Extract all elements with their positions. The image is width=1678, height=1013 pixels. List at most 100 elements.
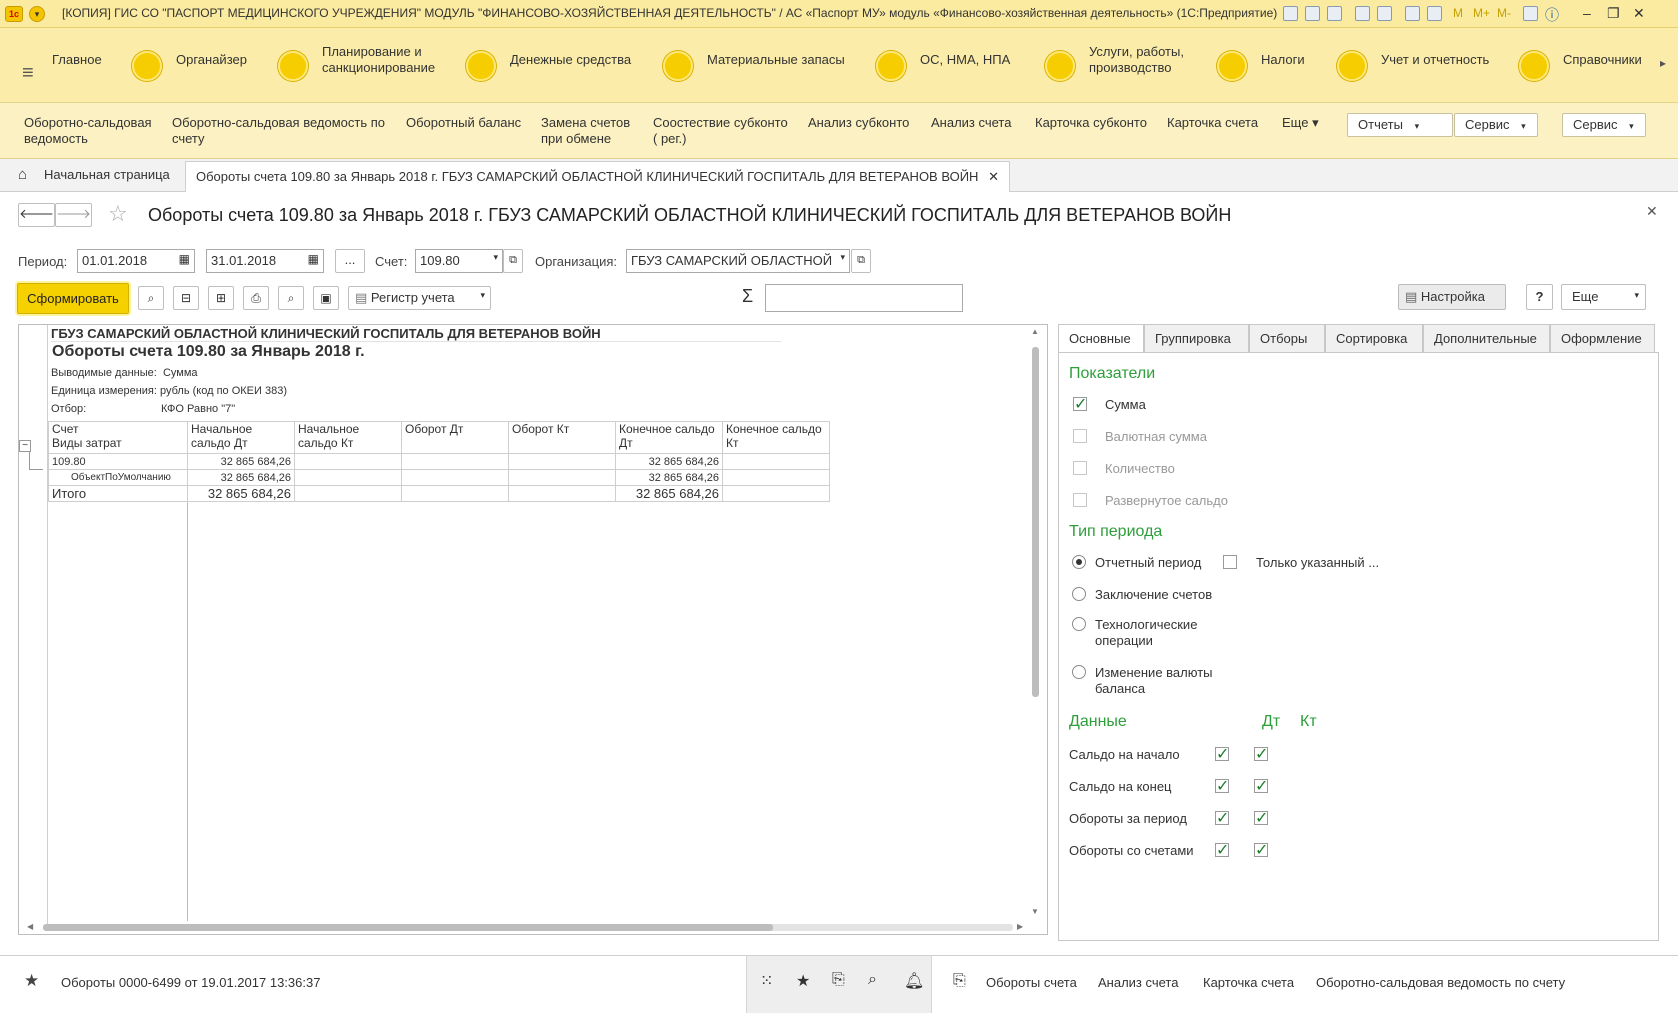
cmd-turnover-balance[interactable]: Оборотный баланс xyxy=(406,115,521,131)
chevron-down-icon[interactable]: ▾ xyxy=(840,252,845,263)
section-taxes[interactable]: Налоги xyxy=(1217,28,1305,103)
tab-sorting[interactable]: Сортировка xyxy=(1325,324,1423,353)
cmd-subconto-analysis[interactable]: Анализ субконто xyxy=(808,115,909,131)
cmd-subconto-match[interactable]: Соостествие субконто ( рег.) xyxy=(653,115,793,147)
tab-design[interactable]: Оформление xyxy=(1550,324,1655,353)
section-accounting[interactable]: Учет и отчетность xyxy=(1337,28,1489,103)
print-icon[interactable]: ⎙ xyxy=(243,286,269,310)
cmd-turnover-sheet[interactable]: Оборотно-сальдовая ведомость xyxy=(24,115,164,147)
section-services[interactable]: Услуги, работы, производство xyxy=(1045,28,1189,103)
forward-button[interactable]: 🡒 xyxy=(55,203,92,227)
more-button[interactable]: Еще ▾ xyxy=(1561,284,1646,310)
expand-groups-icon[interactable]: ⊞ xyxy=(208,286,234,310)
generate-button[interactable]: Сформировать xyxy=(17,283,129,314)
link-account-turnover[interactable]: Обороты счета xyxy=(986,975,1077,990)
save-icon[interactable]: ▣ xyxy=(313,286,339,310)
cmd-account-analysis[interactable]: Анализ счета xyxy=(931,115,1011,131)
section-money[interactable]: Денежные средства xyxy=(466,28,631,103)
info-icon[interactable]: ⓘ xyxy=(1545,5,1559,25)
tab-filters[interactable]: Отборы xyxy=(1249,324,1325,353)
settings-button[interactable]: ▤ Настройка xyxy=(1398,284,1506,310)
cmd-replace-accounts[interactable]: Замена счетов при обмене xyxy=(541,115,641,147)
service-dropdown-2[interactable]: Сервис ▾ xyxy=(1562,113,1646,137)
menu-icon[interactable]: ≡ xyxy=(22,62,34,85)
report-spreadsheet[interactable]: ГБУЗ САМАРСКИЙ ОБЛАСТНОЙ КЛИНИЧЕСКИЙ ГОС… xyxy=(18,324,1048,935)
help-button[interactable]: ? xyxy=(1526,284,1553,310)
start-balance-dt-checkbox[interactable] xyxy=(1215,744,1229,764)
calendar-icon[interactable] xyxy=(1427,6,1442,21)
tab-active-report[interactable]: Обороты счета 109.80 за Январь 2018 г. Г… xyxy=(185,161,1010,192)
1c-logo-icon[interactable]: 1c xyxy=(5,6,23,22)
favorite-star-icon[interactable]: ☆ xyxy=(108,201,128,227)
scroll-right-icon[interactable]: ▸ xyxy=(1660,56,1666,70)
tab-additional[interactable]: Дополнительные xyxy=(1423,324,1550,353)
section-references[interactable]: Справочники xyxy=(1519,28,1642,103)
period-turnover-dt-checkbox[interactable] xyxy=(1215,808,1229,828)
close-window-icon[interactable]: ✕ xyxy=(1633,5,1645,22)
scroll-right-icon[interactable]: ▶ xyxy=(1017,922,1023,931)
period-tech-radio[interactable] xyxy=(1072,617,1086,631)
save-icon[interactable] xyxy=(1283,6,1298,21)
download-icon[interactable] xyxy=(1377,6,1392,21)
period-currency-radio[interactable] xyxy=(1072,665,1086,679)
upload-icon[interactable] xyxy=(1355,6,1370,21)
main-menu-icon[interactable]: ▾ xyxy=(29,6,45,22)
open-org-icon[interactable]: ⧉ xyxy=(851,249,871,273)
restore-icon[interactable]: ❐ xyxy=(1607,5,1620,22)
tab-home[interactable]: Начальная страница xyxy=(14,159,180,192)
period-select-button[interactable]: ... xyxy=(335,249,365,273)
date-to-field[interactable]: 31.01.2018 ▦ xyxy=(206,249,324,273)
register-dropdown[interactable]: ▤ Регистр учета ▾ xyxy=(348,286,491,310)
period-closing-radio[interactable] xyxy=(1072,587,1086,601)
calendar-icon[interactable]: ▦ xyxy=(308,252,319,266)
start-balance-kt-checkbox[interactable] xyxy=(1254,744,1268,764)
service-dropdown-1[interactable]: Сервис ▾ xyxy=(1454,113,1538,137)
section-planning[interactable]: Планирование и санкционирование xyxy=(278,28,442,103)
section-organizer[interactable]: Органайзер xyxy=(132,28,247,103)
search-icon[interactable]: ⌕ xyxy=(868,971,877,989)
preview-icon[interactable] xyxy=(1327,6,1342,21)
sum-checkbox[interactable] xyxy=(1073,394,1087,414)
tab-basic[interactable]: Основные xyxy=(1058,324,1144,353)
scroll-down-icon[interactable]: ▼ xyxy=(1031,907,1039,916)
favorites-icon[interactable]: ★ xyxy=(796,971,810,991)
scroll-left-icon[interactable]: ◀ xyxy=(27,922,33,931)
table-row[interactable]: 109.80 32 865 684,26 32 865 684,26 xyxy=(48,453,830,470)
search-icon[interactable]: ⌕ xyxy=(138,286,164,310)
notifications-bell-icon[interactable]: 🔔︎ xyxy=(904,971,924,991)
tab-grouping[interactable]: Группировка xyxy=(1144,324,1249,353)
chevron-down-icon[interactable]: ▾ xyxy=(493,252,498,263)
close-form-icon[interactable]: ✕ xyxy=(1646,203,1658,220)
collapse-group-icon[interactable]: − xyxy=(19,440,31,452)
currency-sum-checkbox[interactable] xyxy=(1073,429,1087,443)
table-total-row[interactable]: Итого 32 865 684,26 32 865 684,26 xyxy=(48,485,830,502)
back-button[interactable]: 🡐 xyxy=(18,203,55,227)
period-report-radio[interactable] xyxy=(1072,555,1086,569)
account-turnover-kt-checkbox[interactable] xyxy=(1254,840,1268,860)
memory-minus-button[interactable]: M- xyxy=(1497,6,1511,20)
quantity-checkbox[interactable] xyxy=(1073,461,1087,475)
cmd-account-card[interactable]: Карточка счета xyxy=(1167,115,1258,131)
end-balance-kt-checkbox[interactable] xyxy=(1254,776,1268,796)
date-from-field[interactable]: 01.01.2018 ▦ xyxy=(77,249,195,273)
horizontal-scrollbar[interactable] xyxy=(43,924,773,931)
account-turnover-dt-checkbox[interactable] xyxy=(1215,840,1229,860)
expanded-balance-checkbox[interactable] xyxy=(1073,493,1087,507)
vertical-scrollbar[interactable] xyxy=(1032,347,1039,697)
panels-icon[interactable] xyxy=(1523,6,1538,21)
favorites-star-icon[interactable]: ★ xyxy=(24,971,39,991)
calculator-icon[interactable] xyxy=(1405,6,1420,21)
end-balance-dt-checkbox[interactable] xyxy=(1215,776,1229,796)
memory-m-button[interactable]: M xyxy=(1453,6,1463,20)
memory-plus-button[interactable]: M+ xyxy=(1473,6,1490,20)
account-field[interactable]: 109.80 ▾ xyxy=(415,249,503,273)
sum-field[interactable] xyxy=(765,284,963,312)
only-specified-checkbox[interactable] xyxy=(1223,555,1237,569)
cmd-more-dropdown[interactable]: Еще ▾ xyxy=(1282,115,1319,131)
close-tab-icon[interactable]: ✕ xyxy=(988,169,999,184)
table-row[interactable]: ОбъектПоУмолчанию 32 865 684,26 32 865 6… xyxy=(48,469,830,486)
section-main[interactable]: Главное xyxy=(52,28,102,103)
print-icon[interactable] xyxy=(1305,6,1320,21)
section-fixed-assets[interactable]: ОС, НМА, НПА xyxy=(876,28,1010,103)
minimize-icon[interactable]: – xyxy=(1583,5,1591,21)
